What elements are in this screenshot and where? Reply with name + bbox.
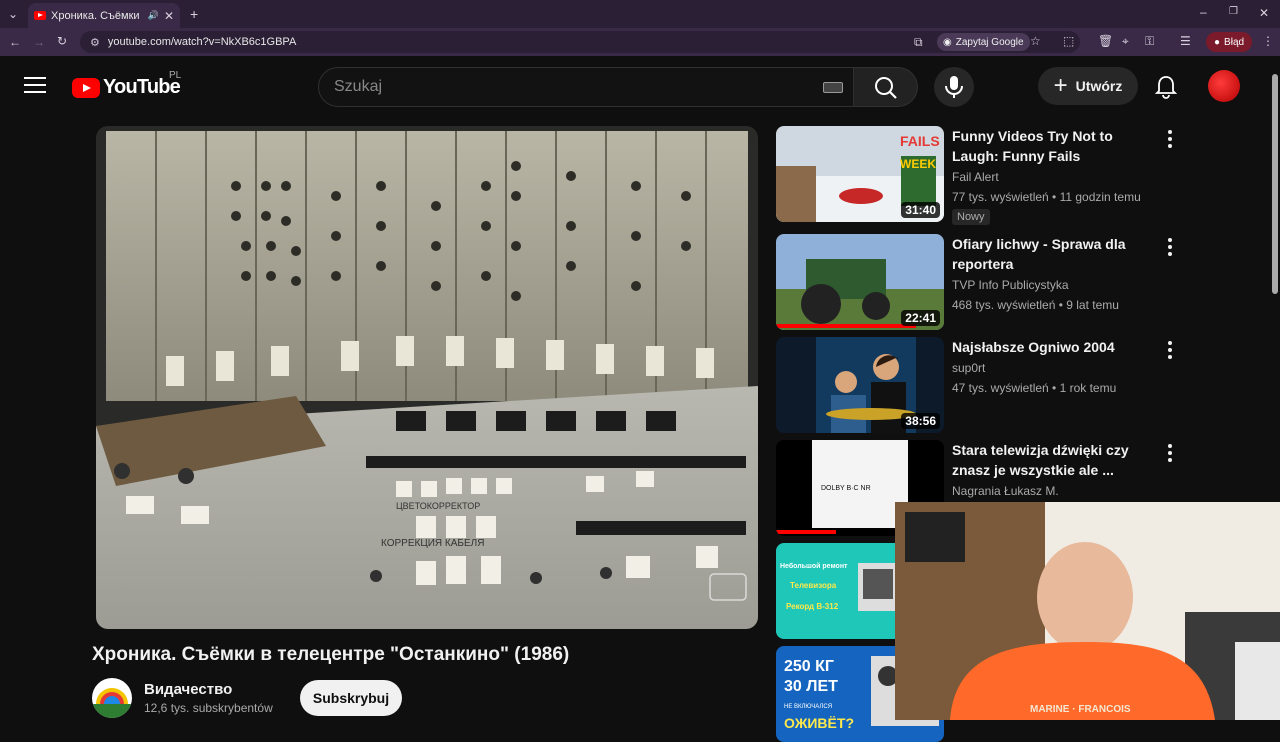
panel-label-color-corrector: ЦВЕТОКОРРЕКТОР xyxy=(396,501,480,511)
browser-tab-strip: ⌄ Хроника. Съёмки в телец 🔊 ✕ + – ❐ ✕ xyxy=(0,0,1280,28)
back-icon[interactable]: ← xyxy=(9,36,21,48)
svg-text:250 КГ: 250 КГ xyxy=(784,658,834,675)
hamburger-menu-icon[interactable] xyxy=(24,77,46,95)
video-meta: 77 tys. wyświetleń • 11 godzin temu xyxy=(952,190,1141,204)
subscriber-count: 12,6 tys. subskrybentów xyxy=(144,701,273,715)
video-thumbnail[interactable]: 38:56 xyxy=(776,337,944,433)
url-field[interactable]: ⚙ youtube.com/watch?v=NkXB6c1GBPA xyxy=(80,31,1080,53)
youtube-play-icon xyxy=(72,77,100,98)
video-thumbnail[interactable]: 22:41 xyxy=(776,234,944,330)
subscribe-button[interactable]: Subskrybuj xyxy=(300,680,402,716)
minimize-icon[interactable]: – xyxy=(1200,6,1207,18)
video-frame: ЦВЕТОКОРРЕКТОР КОРРЕКЦИЯ КАБЕЛЯ xyxy=(96,126,758,629)
trash-icon[interactable]: 🗑 xyxy=(1098,35,1113,47)
url-text: youtube.com/watch?v=NkXB6c1GBPA xyxy=(107,36,297,48)
more-actions-icon[interactable] xyxy=(1164,238,1176,258)
profile-status-label: Błąd xyxy=(1224,36,1245,48)
webcam-overlay: MARINE · FRANCOIS xyxy=(895,502,1280,720)
youtube-favicon-icon xyxy=(34,11,46,20)
channel-name[interactable]: TVP Info Publicystyka xyxy=(952,278,1069,292)
channel-name[interactable]: sup0rt xyxy=(952,361,985,375)
recommendation-item[interactable]: FAILS WEEK 31:40 Funny Videos Try Not to… xyxy=(776,126,1186,225)
video-title[interactable]: Funny Videos Try Not to Laugh: Funny Fai… xyxy=(952,126,1158,166)
search-placeholder: Szukaj xyxy=(334,78,383,95)
thumbnail-dolby-label: DOLBY B·C NR xyxy=(821,485,871,492)
country-code: PL xyxy=(169,70,182,81)
profile-button[interactable]: ● Błąd xyxy=(1206,32,1253,52)
lens-icon: ◉ xyxy=(943,36,952,48)
bell-icon xyxy=(1154,76,1178,99)
svg-text:MARINE · FRANCOIS: MARINE · FRANCOIS xyxy=(1030,704,1131,715)
ask-google-chip[interactable]: ◉ Zapytaj Google xyxy=(937,33,1030,51)
reload-icon[interactable]: ↻ xyxy=(57,35,67,47)
channel-avatar[interactable] xyxy=(92,678,132,718)
restore-icon[interactable]: ❐ xyxy=(1229,7,1238,17)
search-button[interactable] xyxy=(854,67,918,107)
duration-badge: 31:40 xyxy=(901,202,940,218)
browser-menu-icon[interactable]: ⋮ xyxy=(1262,35,1274,47)
video-title[interactable]: Ofiary lichwy - Sprawa dla reportera xyxy=(952,234,1158,274)
scrollbar-thumb[interactable] xyxy=(1272,74,1278,294)
voice-search-button[interactable] xyxy=(934,67,974,107)
svg-text:30 ЛЕТ: 30 ЛЕТ xyxy=(784,678,838,695)
notifications-bell-icon[interactable] xyxy=(1154,74,1178,100)
channel-name[interactable]: Fail Alert xyxy=(952,170,999,184)
speaker-icon[interactable]: 🔊 xyxy=(148,11,159,20)
reading-list-icon[interactable]: ☰ xyxy=(1180,35,1191,47)
webcam-image: MARINE · FRANCOIS xyxy=(895,502,1280,720)
video-title[interactable]: Najsłabsze Ogniwo 2004 xyxy=(952,337,1158,357)
channel-name[interactable]: Nagrania Łukasz M. xyxy=(952,484,1059,498)
duration-badge: 22:41 xyxy=(901,310,940,326)
ask-google-label: Zapytaj Google xyxy=(955,36,1024,48)
video-player[interactable]: ЦВЕТОКОРРЕКТОР КОРРЕКЦИЯ КАБЕЛЯ xyxy=(96,126,758,629)
microphone-icon xyxy=(945,76,963,98)
svg-text:ОЖИВЁТ?: ОЖИВЁТ? xyxy=(784,715,854,731)
bookmark-star-icon[interactable]: ☆ xyxy=(1030,35,1041,47)
more-actions-icon[interactable] xyxy=(1164,444,1176,464)
tab-search-icon[interactable]: ⌄ xyxy=(8,8,18,20)
site-info-icon[interactable]: ⚙ xyxy=(90,36,100,49)
more-actions-icon[interactable] xyxy=(1164,341,1176,361)
plus-icon: + xyxy=(1053,72,1068,99)
search-icon xyxy=(875,77,897,99)
install-app-icon[interactable]: ⧉ xyxy=(914,36,923,48)
panel-label-cable-correction: КОРРЕКЦИЯ КАБЕЛЯ xyxy=(381,538,484,549)
video-meta: 47 tys. wyświetleń • 1 rok temu xyxy=(952,381,1117,395)
new-tab-icon[interactable]: + xyxy=(190,7,198,21)
duration-badge: 38:56 xyxy=(901,413,940,429)
forward-icon[interactable]: → xyxy=(33,36,45,48)
extensions-icon[interactable]: ⬚ xyxy=(1063,35,1074,47)
address-toolbar: ← → ↻ ⚙ youtube.com/watch?v=NkXB6c1GBPA … xyxy=(0,28,1280,56)
recommendation-item[interactable]: 38:56 Najsłabsze Ogniwo 2004 sup0rt 47 t… xyxy=(776,337,1186,433)
recommendation-item[interactable]: 22:41 Ofiary lichwy - Sprawa dla reporte… xyxy=(776,234,1186,330)
svg-text:WEEK: WEEK xyxy=(900,157,936,171)
close-tab-icon[interactable]: ✕ xyxy=(164,10,174,22)
user-avatar[interactable] xyxy=(1208,70,1240,102)
search-input[interactable]: Szukaj xyxy=(318,67,854,107)
create-button[interactable]: + Utwórz xyxy=(1038,67,1138,105)
svg-text:НЕ ВКЛЮЧАЛСЯ: НЕ ВКЛЮЧАЛСЯ xyxy=(784,704,832,710)
channel-name[interactable]: Видачество xyxy=(144,681,232,698)
svg-text:Рекорд В-312: Рекорд В-312 xyxy=(786,602,839,611)
youtube-logo[interactable]: YouTube PL xyxy=(72,70,181,99)
keyboard-icon[interactable] xyxy=(823,82,843,93)
new-badge: Nowy xyxy=(952,209,990,225)
browser-tab[interactable]: Хроника. Съёмки в телец 🔊 ✕ xyxy=(28,3,180,28)
profile-avatar-icon: ● xyxy=(1214,36,1221,48)
video-thumbnail[interactable]: FAILS WEEK 31:40 xyxy=(776,126,944,222)
create-label: Utwórz xyxy=(1075,78,1123,94)
youtube-header: YouTube PL Szukaj + Utwórz xyxy=(0,56,1280,118)
svg-text:FAILS: FAILS xyxy=(900,133,940,149)
video-meta: 468 tys. wyświetleń • 9 lat temu xyxy=(952,298,1119,312)
more-actions-icon[interactable] xyxy=(1164,130,1176,150)
video-title[interactable]: Stara telewizja dźwięki czy znasz je wsz… xyxy=(952,440,1158,480)
channel-logo-image xyxy=(92,688,132,718)
tab-title: Хроника. Съёмки в телец xyxy=(51,9,143,22)
close-window-icon[interactable]: ✕ xyxy=(1259,7,1269,19)
svg-text:Небольшой ремонт: Небольшой ремонт xyxy=(780,562,848,570)
location-icon[interactable]: ⌖ xyxy=(1122,35,1129,47)
video-title: Хроника. Съёмки в телецентре "Останкино"… xyxy=(92,644,570,665)
key-icon[interactable]: ⚿ xyxy=(1145,35,1154,47)
svg-text:Телевизора: Телевизора xyxy=(790,581,837,590)
